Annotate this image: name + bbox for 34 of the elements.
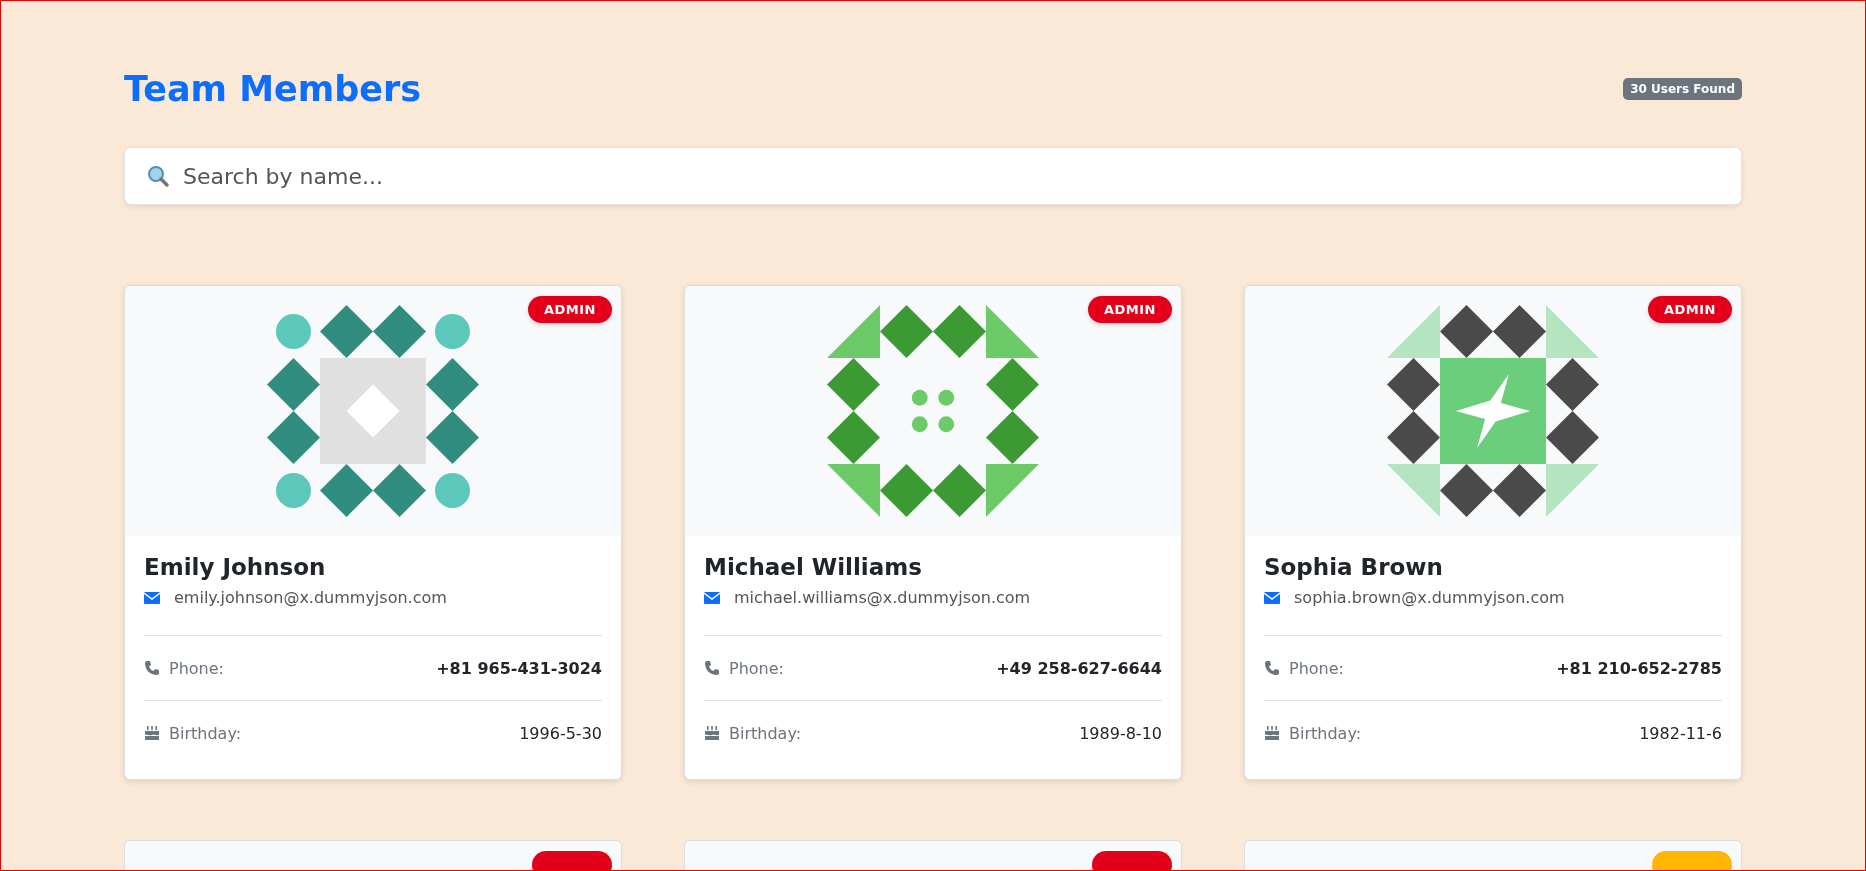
phone-number: +81 210-652-2785 xyxy=(1556,658,1722,678)
user-name: Sophia Brown xyxy=(1264,554,1444,580)
phone-icon xyxy=(1264,660,1280,676)
birthday-label: Birthday: xyxy=(169,723,242,743)
role-badge: ADMIN xyxy=(1088,296,1172,323)
search-icon xyxy=(146,164,170,188)
phone-number: +81 965-431-3024 xyxy=(436,658,602,678)
birthday-date: 1996-5-30 xyxy=(519,723,602,743)
user-name: Michael Williams xyxy=(704,554,923,580)
user-name: Emily Johnson xyxy=(144,554,327,580)
role-badge: ADMIN xyxy=(1648,296,1732,323)
cake-icon xyxy=(1264,725,1280,741)
birthday-date: 1982-11-6 xyxy=(1639,723,1722,743)
envelope-icon xyxy=(144,591,160,604)
birthday-label: Birthday: xyxy=(1289,723,1362,743)
phone-icon xyxy=(704,660,720,676)
page-title: Team Members xyxy=(124,69,422,109)
cake-icon xyxy=(144,725,160,741)
user-email: michael.williams@x.dummyjson.com xyxy=(734,588,1031,607)
birthday-date: 1989-8-10 xyxy=(1079,723,1162,743)
phone-label: Phone: xyxy=(169,658,224,678)
envelope-icon xyxy=(1264,591,1280,604)
user-email: emily.johnson@x.dummyjson.com xyxy=(174,588,447,607)
user-count-badge: 30 Users Found xyxy=(1623,78,1742,100)
birthday-label: Birthday: xyxy=(729,723,802,743)
phone-number: +49 258-627-6644 xyxy=(996,658,1162,678)
user-email: sophia.brown@x.dummyjson.com xyxy=(1294,588,1565,607)
cake-icon xyxy=(704,725,720,741)
envelope-icon xyxy=(704,591,720,604)
search-field[interactable]: Search by name... xyxy=(124,147,1742,205)
phone-label: Phone: xyxy=(1289,658,1344,678)
phone-label: Phone: xyxy=(729,658,784,678)
role-badge: ADMIN xyxy=(528,296,612,323)
phone-icon xyxy=(144,660,160,676)
